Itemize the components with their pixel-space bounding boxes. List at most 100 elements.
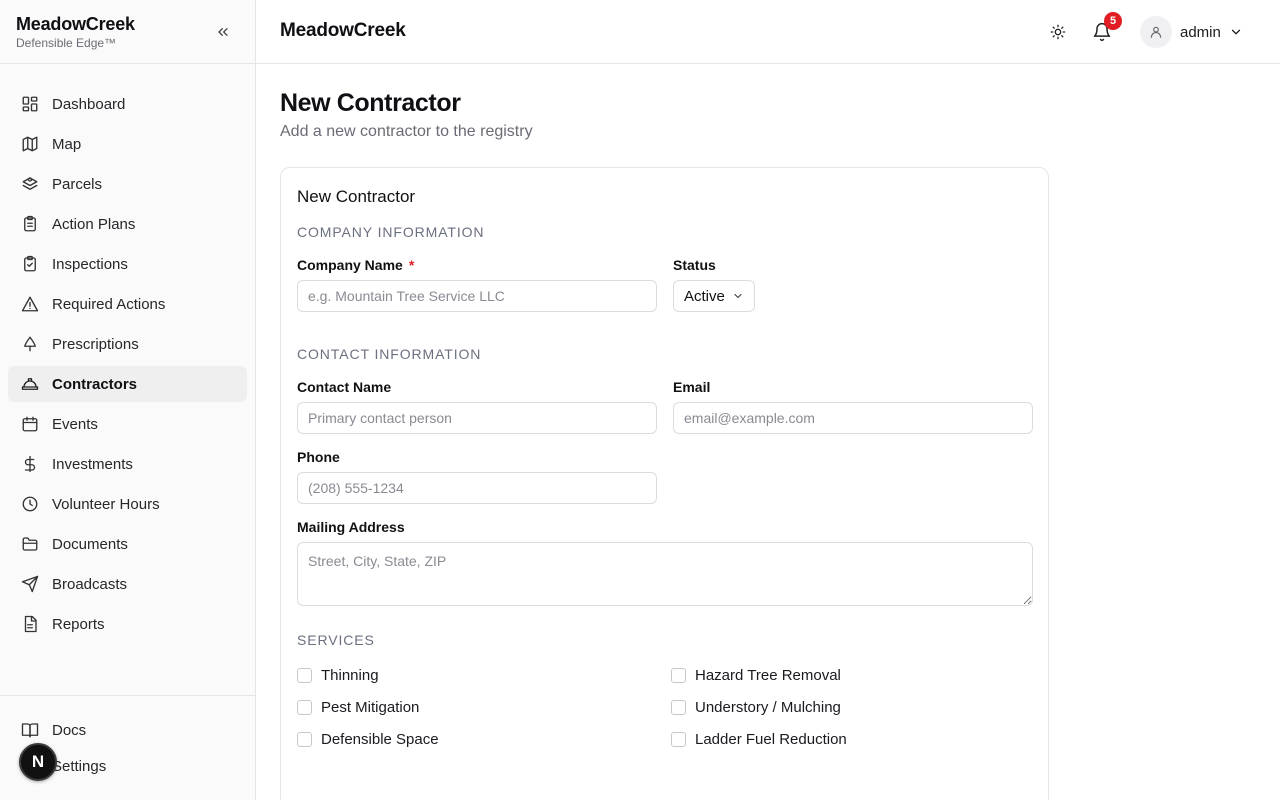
- sun-icon: [1050, 24, 1066, 40]
- book-icon: [20, 720, 40, 740]
- sidebar-item-volunteer-hours[interactable]: Volunteer Hours: [8, 486, 247, 522]
- sidebar-item-label: Documents: [52, 535, 128, 553]
- brand-subtitle: Defensible Edge™: [16, 36, 117, 50]
- status-select[interactable]: Active: [673, 280, 755, 312]
- email-label: Email: [673, 379, 711, 395]
- sidebar-item-parcels[interactable]: Parcels: [8, 166, 247, 202]
- checkbox[interactable]: [297, 700, 312, 715]
- calendar-icon: [20, 414, 40, 434]
- phone-label: Phone: [297, 449, 340, 465]
- sidebar: MeadowCreek Defensible Edge™ Dashboard M…: [0, 0, 256, 800]
- parcels-icon: [20, 174, 40, 194]
- page-subtitle: Add a new contractor to the registry: [280, 123, 533, 140]
- header-title: MeadowCreek: [280, 20, 406, 41]
- service-checkbox-understory-mulching[interactable]: Understory / Mulching: [671, 699, 841, 716]
- hard-hat-icon: [20, 374, 40, 394]
- section-title-contact: CONTACT INFORMATION: [297, 346, 482, 362]
- section-title-company: COMPANY INFORMATION: [297, 224, 485, 240]
- chevron-down-icon: [734, 293, 742, 299]
- sidebar-item-label: Volunteer Hours: [52, 495, 160, 513]
- checkbox-label: Hazard Tree Removal: [695, 667, 841, 684]
- email-field[interactable]: [673, 402, 1033, 434]
- tree-icon: [20, 334, 40, 354]
- service-checkbox-defensible-space[interactable]: Defensible Space: [297, 731, 439, 748]
- status-label: Status: [673, 257, 716, 273]
- user-icon: [1150, 26, 1162, 38]
- sidebar-item-label: Prescriptions: [52, 335, 139, 353]
- sidebar-nav: Dashboard Map Parcels Action Plans Inspe…: [0, 64, 255, 642]
- checkbox[interactable]: [671, 732, 686, 747]
- user-name: admin: [1180, 23, 1221, 41]
- warning-icon: [20, 294, 40, 314]
- folder-icon: [20, 534, 40, 554]
- dashboard-icon: [20, 94, 40, 114]
- brand: MeadowCreek Defensible Edge™: [0, 0, 255, 64]
- required-indicator: *: [408, 257, 415, 273]
- sidebar-item-label: Action Plans: [52, 215, 136, 233]
- sidebar-item-label: Investments: [52, 455, 133, 473]
- clipboard-icon: [20, 214, 40, 234]
- card-title: New Contractor: [297, 187, 416, 206]
- sidebar-item-events[interactable]: Events: [8, 406, 247, 442]
- checkbox[interactable]: [671, 700, 686, 715]
- clock-icon: [20, 494, 40, 514]
- service-checkbox-thinning[interactable]: Thinning: [297, 667, 379, 684]
- notification-badge: 5: [1104, 12, 1122, 30]
- dollar-icon: [20, 454, 40, 474]
- sidebar-item-reports[interactable]: Reports: [8, 606, 247, 642]
- sidebar-item-label: Settings: [52, 757, 107, 775]
- sidebar-item-prescriptions[interactable]: Prescriptions: [8, 326, 247, 362]
- sidebar-item-dashboard[interactable]: Dashboard: [8, 86, 247, 122]
- sidebar-item-label: Required Actions: [52, 295, 166, 313]
- theme-toggle-button[interactable]: [1046, 20, 1070, 44]
- clipboard-check-icon: [20, 254, 40, 274]
- sidebar-item-label: Docs: [52, 721, 87, 739]
- mailing-address-textarea[interactable]: [297, 542, 1033, 606]
- report-icon: [20, 614, 40, 634]
- sidebar-item-documents[interactable]: Documents: [8, 526, 247, 562]
- checkbox-label: Understory / Mulching: [695, 699, 841, 716]
- sidebar-item-inspections[interactable]: Inspections: [8, 246, 247, 282]
- brand-name: MeadowCreek: [16, 14, 135, 34]
- sidebar-item-label: Inspections: [52, 255, 128, 273]
- checkbox-label: Thinning: [321, 667, 379, 684]
- contact-name-label: Contact Name: [297, 379, 392, 395]
- status-select-value: Active: [684, 287, 725, 305]
- sidebar-item-label: Map: [52, 135, 82, 153]
- avatar: [1140, 16, 1172, 48]
- service-checkbox-hazard-tree-removal[interactable]: Hazard Tree Removal: [671, 667, 841, 684]
- sidebar-item-action-plans[interactable]: Action Plans: [8, 206, 247, 242]
- checkbox[interactable]: [297, 668, 312, 683]
- section-title-services: SERVICES: [297, 632, 375, 648]
- service-checkbox-pest-mitigation[interactable]: Pest Mitigation: [297, 699, 419, 716]
- phone-field[interactable]: [297, 472, 657, 504]
- sidebar-item-label: Reports: [52, 615, 105, 633]
- sidebar-item-docs[interactable]: Docs: [8, 712, 247, 748]
- sidebar-item-label: Contractors: [52, 375, 138, 393]
- company-name-input[interactable]: [297, 280, 657, 312]
- user-menu-button[interactable]: admin: [1140, 16, 1243, 48]
- map-icon: [20, 134, 40, 154]
- checkbox-label: Ladder Fuel Reduction: [695, 731, 847, 748]
- sidebar-item-label: Dashboard: [52, 95, 126, 113]
- company-name-label: Company Name *: [297, 257, 414, 273]
- service-checkbox-ladder-fuel-reduction[interactable]: Ladder Fuel Reduction: [671, 731, 847, 748]
- checkbox-label: Defensible Space: [321, 731, 439, 748]
- checkbox-label: Pest Mitigation: [321, 699, 420, 716]
- page-title: New Contractor: [280, 89, 461, 117]
- contractor-form-card: New Contractor COMPANY INFORMATION Compa…: [280, 167, 1049, 800]
- collapse-sidebar-button[interactable]: [213, 22, 233, 42]
- sidebar-item-required-actions[interactable]: Required Actions: [8, 286, 247, 322]
- checkbox[interactable]: [671, 668, 686, 683]
- mailing-address-label: Mailing Address: [297, 519, 405, 535]
- company-name-label-text: Company Name: [297, 257, 403, 273]
- checkbox[interactable]: [297, 732, 312, 747]
- sidebar-item-map[interactable]: Map: [8, 126, 247, 162]
- app-launcher-button[interactable]: N: [19, 743, 57, 781]
- sidebar-item-contractors[interactable]: Contractors: [8, 366, 247, 402]
- contact-name-input[interactable]: [297, 402, 657, 434]
- sidebar-item-label: Broadcasts: [52, 575, 128, 593]
- sidebar-item-broadcasts[interactable]: Broadcasts: [8, 566, 247, 602]
- sidebar-item-label: Parcels: [52, 175, 103, 193]
- sidebar-item-investments[interactable]: Investments: [8, 446, 247, 482]
